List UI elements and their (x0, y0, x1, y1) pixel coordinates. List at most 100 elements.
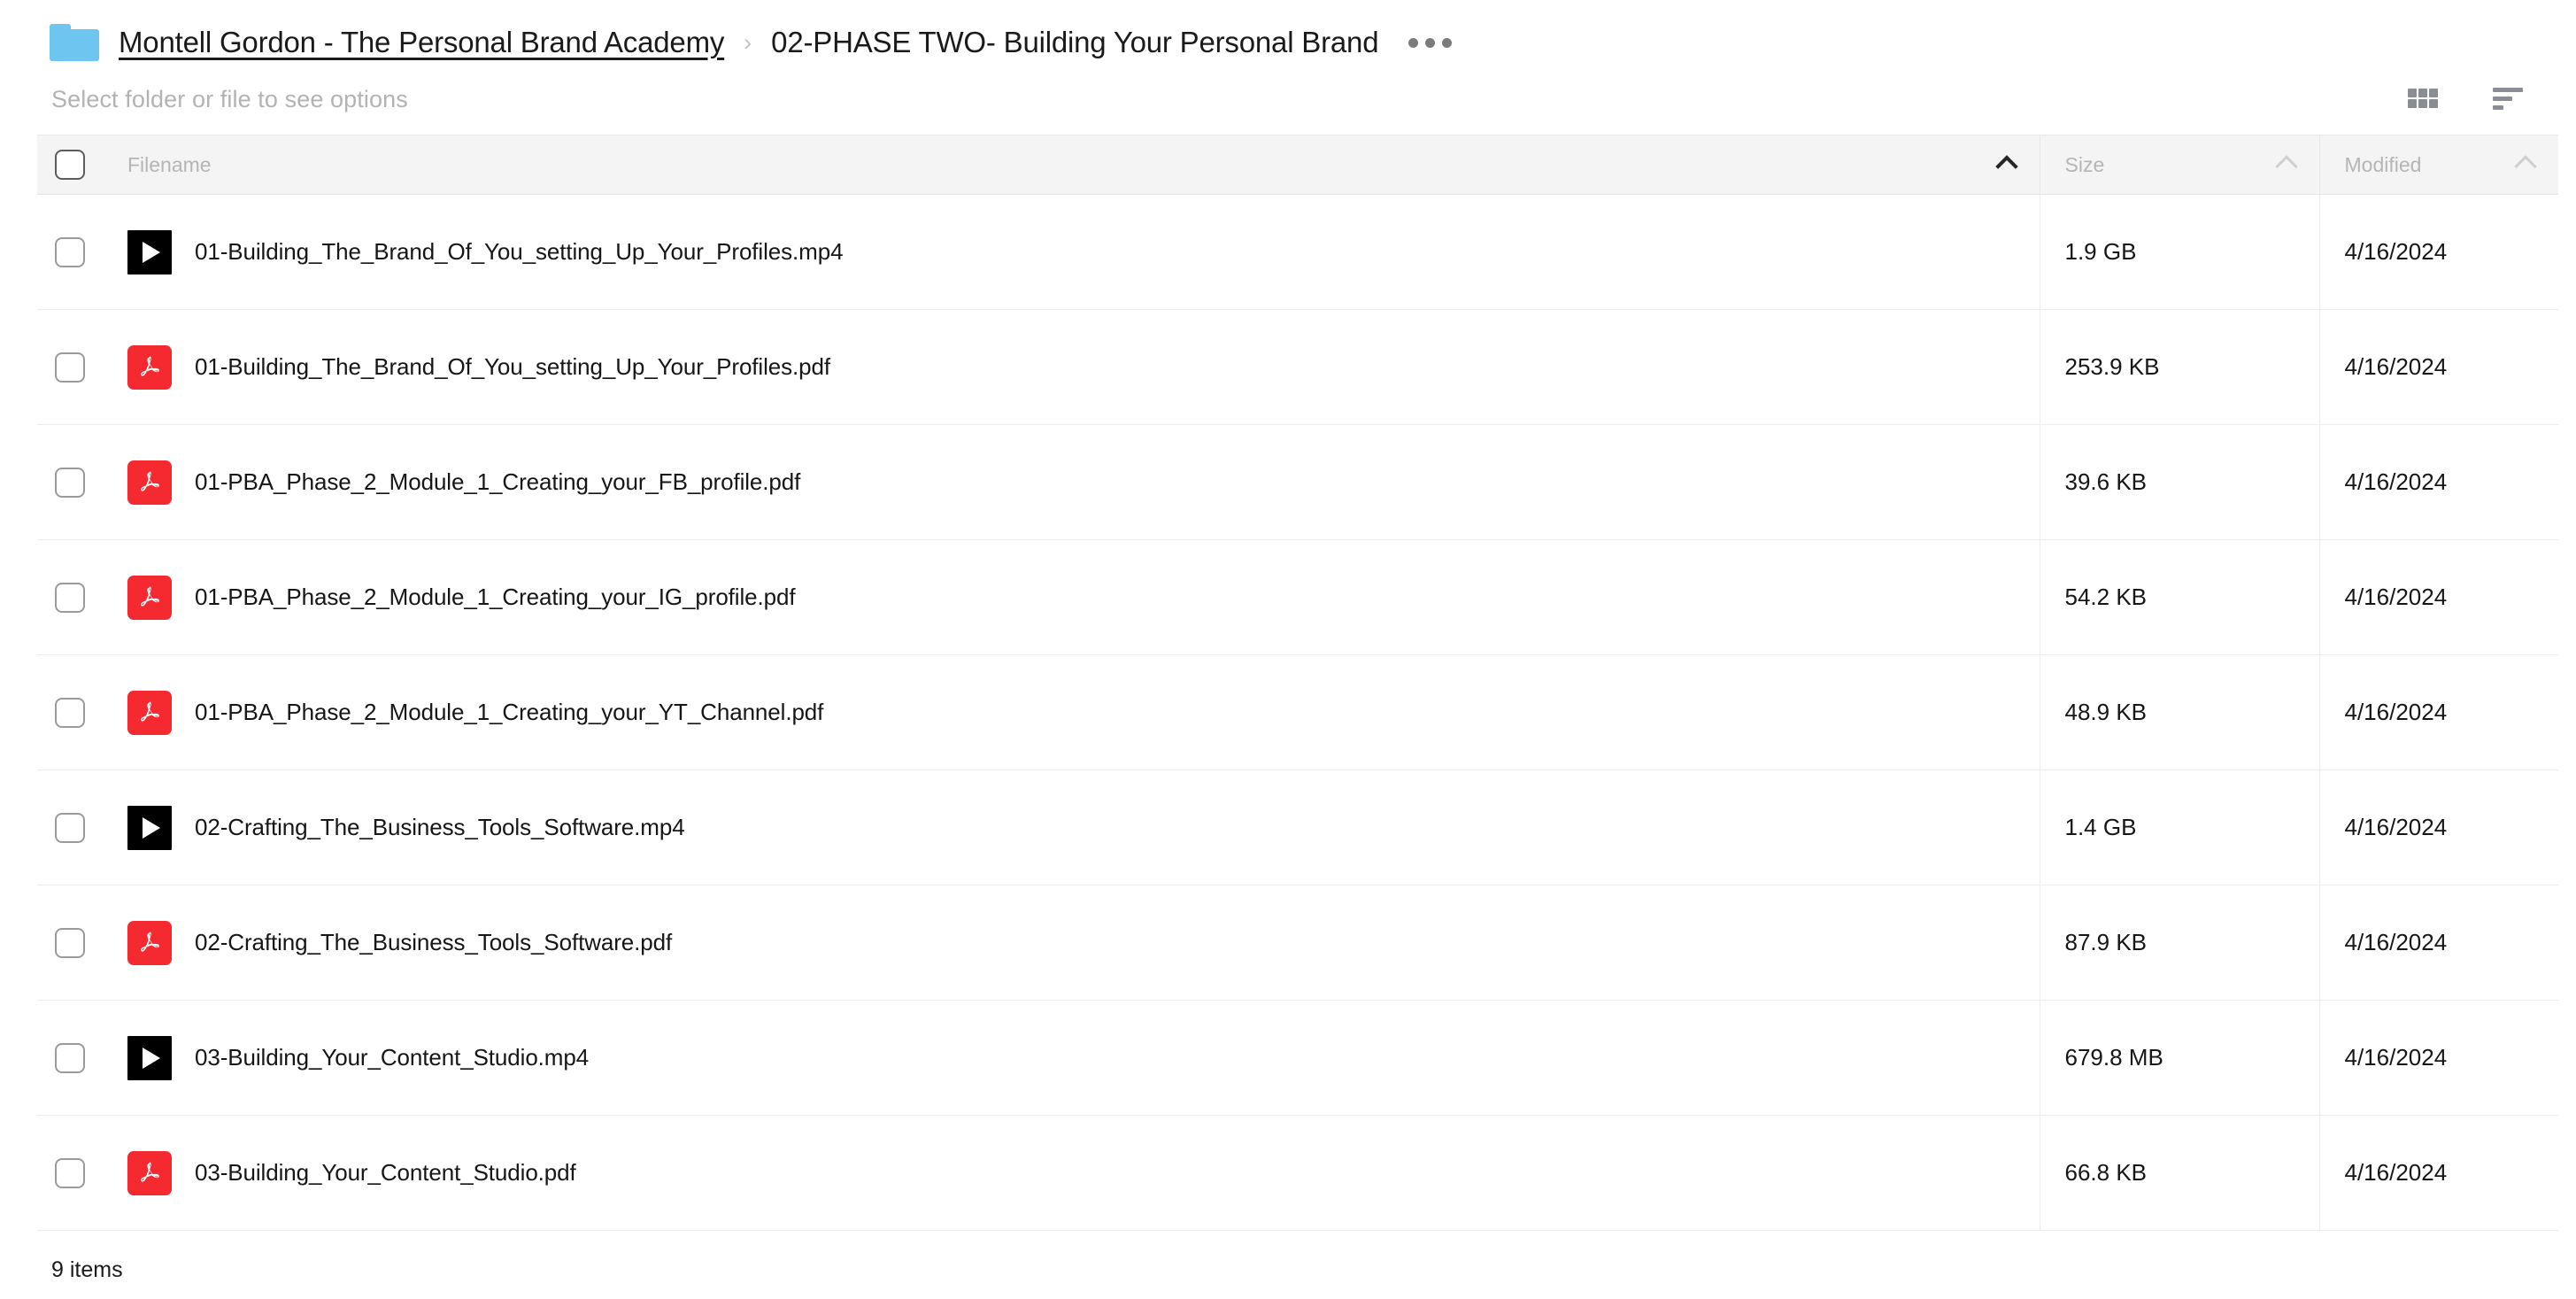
pdf-file-icon (127, 460, 172, 505)
breadcrumb-more-icon[interactable] (1405, 31, 1455, 55)
row-checkbox[interactable] (55, 1157, 85, 1188)
filename-cell[interactable]: 03-Building_Your_Content_Studio.pdf (103, 1115, 2040, 1231)
modified-cell: 4/16/2024 (2319, 769, 2558, 885)
header-modified-label: Modified (2344, 152, 2422, 176)
pdf-file-icon (127, 920, 172, 965)
header-modified-cell[interactable]: Modified (2319, 135, 2558, 195)
filename-cell[interactable]: 02-Crafting_The_Business_Tools_Software.… (103, 885, 2040, 1001)
filename-cell[interactable]: 03-Building_Your_Content_Studio.mp4 (103, 1000, 2040, 1116)
breadcrumb-current-folder: 02-PHASE TWO- Building Your Personal Bra… (771, 26, 1379, 58)
modified-cell: 4/16/2024 (2319, 1000, 2558, 1116)
filename-cell[interactable]: 01-Building_The_Brand_Of_You_setting_Up_… (103, 194, 2040, 310)
filename-cell[interactable]: 01-PBA_Phase_2_Module_1_Creating_your_FB… (103, 424, 2040, 540)
video-file-icon (127, 229, 172, 274)
row-checkbox[interactable] (55, 467, 85, 498)
modified-cell: 4/16/2024 (2319, 1115, 2558, 1231)
sort-ascending-icon-filename[interactable] (1994, 155, 2018, 178)
row-checkbox[interactable] (55, 697, 85, 728)
row-checkbox[interactable] (55, 1042, 85, 1073)
size-cell: 66.8 KB (2040, 1115, 2320, 1231)
modified-cell: 4/16/2024 (2319, 885, 2558, 1001)
table-row[interactable]: 01-PBA_Phase_2_Module_1_Creating_your_IG… (37, 539, 2558, 655)
select-all-checkbox[interactable] (55, 150, 85, 180)
size-cell: 48.9 KB (2040, 654, 2320, 770)
pdf-file-icon (127, 690, 172, 735)
file-table: Filename Size Modified 01-Building_The_B… (37, 135, 2558, 1231)
modified-cell: 4/16/2024 (2319, 309, 2558, 425)
filename-label: 02-Crafting_The_Business_Tools_Software.… (195, 814, 685, 840)
filename-label: 01-Building_The_Brand_Of_You_setting_Up_… (195, 353, 831, 380)
header-select-all-cell (37, 135, 103, 195)
pdf-file-icon (127, 575, 172, 620)
filename-label: 01-Building_The_Brand_Of_You_setting_Up_… (195, 238, 844, 265)
header-filename-label: Filename (127, 152, 212, 176)
pdf-file-icon (127, 1150, 172, 1195)
size-cell: 1.9 GB (2040, 194, 2320, 310)
sort-list-icon[interactable] (2493, 88, 2523, 111)
row-select-cell (37, 769, 103, 885)
filename-cell[interactable]: 01-PBA_Phase_2_Module_1_Creating_your_IG… (103, 539, 2040, 655)
folder-icon (50, 24, 99, 61)
row-select-cell (37, 424, 103, 540)
header-size-label: Size (2064, 152, 2105, 176)
row-select-cell (37, 539, 103, 655)
modified-cell: 4/16/2024 (2319, 654, 2558, 770)
row-select-cell (37, 885, 103, 1001)
row-select-cell (37, 309, 103, 425)
sort-ascending-icon-size[interactable] (2274, 155, 2298, 178)
filename-label: 02-Crafting_The_Business_Tools_Software.… (195, 929, 673, 955)
filename-cell[interactable]: 01-Building_The_Brand_Of_You_setting_Up_… (103, 309, 2040, 425)
header-size-cell[interactable]: Size (2040, 135, 2320, 195)
options-toolbar: Select folder or file to see options (0, 69, 2576, 129)
size-cell: 54.2 KB (2040, 539, 2320, 655)
filename-cell[interactable]: 01-PBA_Phase_2_Module_1_Creating_your_YT… (103, 654, 2040, 770)
row-select-cell (37, 654, 103, 770)
table-row[interactable]: 01-PBA_Phase_2_Module_1_Creating_your_YT… (37, 654, 2558, 770)
filename-label: 01-PBA_Phase_2_Module_1_Creating_your_YT… (195, 699, 824, 725)
row-select-cell (37, 1000, 103, 1116)
file-table-body: 01-Building_The_Brand_Of_You_setting_Up_… (37, 194, 2558, 1231)
table-row[interactable]: 02-Crafting_The_Business_Tools_Software.… (37, 885, 2558, 1001)
table-row[interactable]: 03-Building_Your_Content_Studio.pdf 66.8 … (37, 1115, 2558, 1231)
modified-cell: 4/16/2024 (2319, 424, 2558, 540)
table-row[interactable]: 01-Building_The_Brand_Of_You_setting_Up_… (37, 309, 2558, 425)
row-checkbox[interactable] (55, 927, 85, 958)
header-filename-cell[interactable]: Filename (103, 135, 2040, 195)
filename-label: 01-PBA_Phase_2_Module_1_Creating_your_IG… (195, 584, 796, 610)
breadcrumb-separator-icon: › (744, 28, 752, 56)
filename-cell[interactable]: 02-Crafting_The_Business_Tools_Software.… (103, 769, 2040, 885)
video-file-icon (127, 805, 172, 850)
table-row[interactable]: 01-Building_The_Brand_Of_You_setting_Up_… (37, 194, 2558, 310)
file-table-container: Filename Size Modified 01-Building_The_B… (37, 135, 2558, 1231)
filename-label: 03-Building_Your_Content_Studio.mp4 (195, 1044, 590, 1071)
row-select-cell (37, 1115, 103, 1231)
row-checkbox[interactable] (55, 352, 85, 383)
size-cell: 39.6 KB (2040, 424, 2320, 540)
video-file-icon (127, 1035, 172, 1080)
row-checkbox[interactable] (55, 582, 85, 613)
row-checkbox[interactable] (55, 812, 85, 843)
size-cell: 1.4 GB (2040, 769, 2320, 885)
row-checkbox[interactable] (55, 236, 85, 267)
row-select-cell (37, 194, 103, 310)
filename-label: 01-PBA_Phase_2_Module_1_Creating_your_FB… (195, 468, 801, 495)
size-cell: 253.9 KB (2040, 309, 2320, 425)
modified-cell: 4/16/2024 (2319, 539, 2558, 655)
sort-ascending-icon-modified[interactable] (2514, 155, 2537, 178)
table-row[interactable]: 03-Building_Your_Content_Studio.mp4 679.8… (37, 1000, 2558, 1116)
modified-cell: 4/16/2024 (2319, 194, 2558, 310)
item-count-footer: 9 items (51, 1257, 123, 1282)
breadcrumb-root-link[interactable]: Montell Gordon - The Personal Brand Acad… (119, 26, 724, 59)
size-cell: 679.8 MB (2040, 1000, 2320, 1116)
file-table-header: Filename Size Modified (37, 135, 2558, 195)
grid-view-icon[interactable] (2408, 89, 2438, 110)
size-cell: 87.9 KB (2040, 885, 2320, 1001)
toolbar-actions (2408, 88, 2523, 111)
selection-hint-text: Select folder or file to see options (51, 85, 408, 112)
pdf-file-icon (127, 344, 172, 390)
table-row[interactable]: 01-PBA_Phase_2_Module_1_Creating_your_FB… (37, 424, 2558, 540)
table-row[interactable]: 02-Crafting_The_Business_Tools_Software.… (37, 769, 2558, 885)
header-row: Filename Size Modified (37, 135, 2558, 195)
file-browser-page: Montell Gordon - The Personal Brand Acad… (0, 0, 2576, 1299)
filename-label: 03-Building_Your_Content_Studio.pdf (195, 1159, 576, 1186)
